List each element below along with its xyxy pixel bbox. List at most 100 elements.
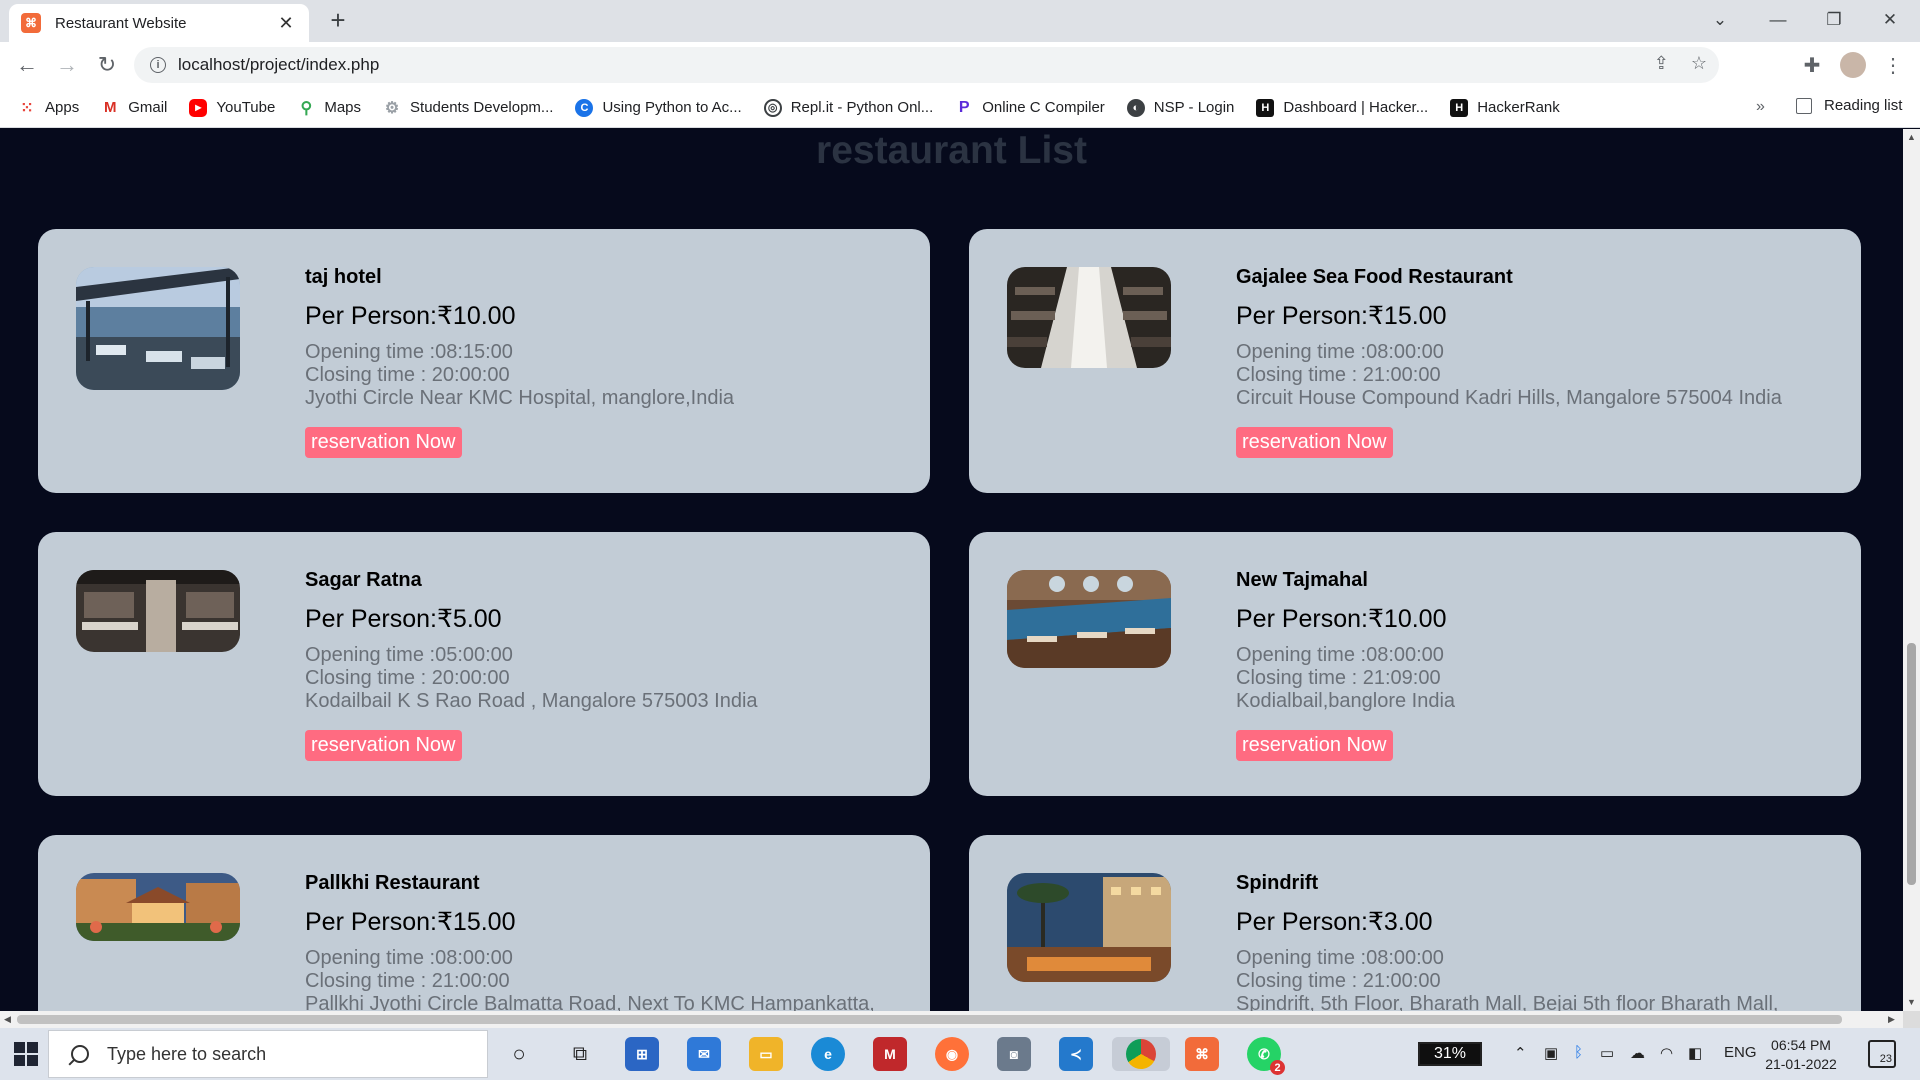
programiz-icon: P <box>958 98 970 116</box>
reservation-button[interactable]: reservation Now <box>1236 730 1393 761</box>
bookmark-gmail[interactable]: M Gmail <box>101 99 167 117</box>
new-tab-button[interactable]: + <box>324 6 352 34</box>
chrome-taskbar-active[interactable] <box>1112 1037 1170 1071</box>
opening-time: Opening time :08:00:00 <box>1236 947 1444 969</box>
restaurant-address: Spindrift, 5th Floor, Bharath Mall, Beja… <box>1236 993 1779 1011</box>
reload-icon[interactable]: ↻ <box>92 50 122 80</box>
bookmark-students-development[interactable]: ⚙ Students Developm... <box>383 99 554 117</box>
task-view-icon[interactable]: ⧉ <box>563 1037 597 1071</box>
restaurant-name: Spindrift <box>1236 872 1319 894</box>
bookmark-youtube[interactable]: ▶ YouTube <box>189 98 275 117</box>
scroll-down-arrow-icon[interactable]: ▼ <box>1907 997 1916 1007</box>
bookmark-dashboard-hackerrank[interactable]: H Dashboard | Hacker... <box>1256 98 1428 117</box>
bluetooth-icon[interactable]: ᛒ <box>1574 1044 1583 1061</box>
bookmark-coursera[interactable]: C Using Python to Ac... <box>575 98 742 117</box>
pavilion-building-photo <box>76 873 240 941</box>
horizontal-scrollbar[interactable]: ◀ ▶ <box>0 1011 1903 1028</box>
edge-browser-icon[interactable]: e <box>811 1037 845 1071</box>
vscode-icon[interactable]: ≺ <box>1059 1037 1093 1071</box>
menu-kebab-icon[interactable]: ⋮ <box>1878 50 1908 80</box>
battery-tray-icon[interactable]: ▭ <box>1600 1044 1614 1062</box>
firefox-icon[interactable]: ◉ <box>935 1037 969 1071</box>
site-info-icon[interactable]: i <box>150 57 166 73</box>
bookmark-label: HackerRank <box>1477 99 1560 116</box>
notification-count: 23 <box>1879 1053 1892 1065</box>
maps-icon: ⚲ <box>300 99 313 117</box>
microsoft-store-icon[interactable]: ⊞ <box>625 1037 659 1071</box>
xampp-icon[interactable]: ⌘ <box>1185 1037 1219 1071</box>
price-per-person: Per Person:₹15.00 <box>305 908 516 936</box>
meet-camera-icon[interactable]: ▣ <box>1544 1044 1558 1062</box>
camera-icon[interactable]: ◙ <box>997 1037 1031 1071</box>
close-tab-icon[interactable]: ✕ <box>275 13 297 34</box>
scroll-left-arrow-icon[interactable]: ◀ <box>4 1014 11 1025</box>
bookmark-label: Online C Compiler <box>982 99 1105 116</box>
volume-icon[interactable]: ◧ <box>1688 1044 1702 1062</box>
opening-time: Opening time :08:00:00 <box>1236 341 1444 363</box>
mcafee-shield-icon[interactable]: M <box>873 1037 907 1071</box>
whatsapp-icon[interactable]: ✆ 2 <box>1247 1037 1285 1075</box>
bookmark-label: Apps <box>45 99 80 116</box>
url-text[interactable]: localhost/project/index.php <box>178 55 379 75</box>
vertical-scrollbar[interactable]: ▲ ▼ <box>1903 129 1920 1011</box>
bookmark-maps[interactable]: ⚲ Maps <box>297 99 361 117</box>
profile-avatar[interactable] <box>1838 50 1868 80</box>
blue-booth-restaurant-photo <box>1007 570 1171 668</box>
scroll-right-arrow-icon[interactable]: ▶ <box>1888 1014 1895 1025</box>
system-clock[interactable]: 06:54 PM 21-01-2022 <box>1764 1036 1838 1074</box>
clock-time: 06:54 PM <box>1771 1037 1831 1053</box>
tab-search-chevron-icon[interactable]: ⌄ <box>1692 0 1748 40</box>
extensions-puzzle-icon[interactable]: ✚ <box>1797 50 1827 80</box>
cortana-circle-icon[interactable]: ○ <box>502 1037 536 1071</box>
more-bookmarks-chevron-icon[interactable]: » <box>1756 98 1765 116</box>
avatar-icon <box>1840 52 1866 78</box>
battery-indicator[interactable]: 31% <box>1418 1042 1482 1066</box>
reservation-button[interactable]: reservation Now <box>305 730 462 761</box>
wifi-icon[interactable]: ◠ <box>1660 1044 1673 1062</box>
share-icon[interactable]: ⇪ <box>1654 53 1669 74</box>
bookmark-star-icon[interactable]: ☆ <box>1691 53 1707 74</box>
reservation-button[interactable]: reservation Now <box>1236 427 1393 458</box>
hackerrank-icon: H <box>1256 98 1275 117</box>
horizontal-scroll-thumb[interactable] <box>17 1015 1842 1024</box>
bookmark-apps[interactable]: ⁙ Apps <box>18 99 79 117</box>
bookmark-replit[interactable]: ◎ Repl.it - Python Onl... <box>763 98 933 117</box>
vertical-scroll-thumb[interactable] <box>1907 643 1916 885</box>
taskbar-search-box[interactable]: Type here to search <box>48 1030 488 1078</box>
scroll-up-arrow-icon[interactable]: ▲ <box>1907 132 1916 142</box>
bookmark-hackerrank[interactable]: H HackerRank <box>1450 98 1560 117</box>
restaurant-name: Pallkhi Restaurant <box>305 872 480 894</box>
closing-time: Closing time : 20:00:00 <box>305 667 510 689</box>
search-icon <box>71 1045 89 1063</box>
opening-time: Opening time :05:00:00 <box>305 644 513 666</box>
close-window-button[interactable]: ✕ <box>1862 0 1918 40</box>
gmail-icon: M <box>103 99 117 116</box>
forward-arrow-icon[interactable]: → <box>52 50 82 80</box>
whatsapp-badge: 2 <box>1270 1060 1285 1075</box>
restore-button[interactable]: ❐ <box>1806 0 1862 40</box>
reservation-button[interactable]: reservation Now <box>305 427 462 458</box>
notification-center-icon[interactable]: 23 <box>1868 1040 1896 1068</box>
restaurant-address: Pallkhi Jyothi Circle Balmatta Road, Nex… <box>305 993 875 1011</box>
bookmark-online-c-compiler[interactable]: P Online C Compiler <box>955 99 1105 117</box>
language-indicator[interactable]: ENG <box>1724 1044 1757 1061</box>
file-explorer-icon[interactable]: ▭ <box>749 1037 783 1071</box>
apps-grid-icon: ⁙ <box>20 99 34 117</box>
browser-tab[interactable]: ⌘ Restaurant Website ✕ <box>9 4 309 42</box>
restaurant-card: Gajalee Sea Food Restaurant Per Person:₹… <box>969 229 1861 493</box>
show-hidden-icons-chevron-icon[interactable]: ⌃ <box>1514 1044 1527 1062</box>
bookmark-label: Maps <box>324 99 362 116</box>
reading-list-button[interactable]: Reading list <box>1796 97 1902 114</box>
closing-time: Closing time : 21:00:00 <box>1236 970 1441 992</box>
address-bar[interactable]: i localhost/project/index.php ⇪ ☆ <box>134 47 1719 83</box>
restaurant-name: taj hotel <box>305 266 382 288</box>
onedrive-cloud-icon[interactable]: ☁ <box>1630 1044 1645 1062</box>
minimize-button[interactable]: — <box>1750 0 1806 40</box>
bookmark-label: NSP - Login <box>1153 99 1235 116</box>
booth-seating-photo <box>76 570 240 652</box>
windows-start-icon[interactable] <box>14 1042 38 1066</box>
back-arrow-icon[interactable]: ← <box>12 50 42 80</box>
hackerrank-icon: H <box>1450 98 1469 117</box>
bookmark-nsp-login[interactable]: ◐ NSP - Login <box>1126 98 1235 117</box>
mail-icon[interactable]: ✉ <box>687 1037 721 1071</box>
